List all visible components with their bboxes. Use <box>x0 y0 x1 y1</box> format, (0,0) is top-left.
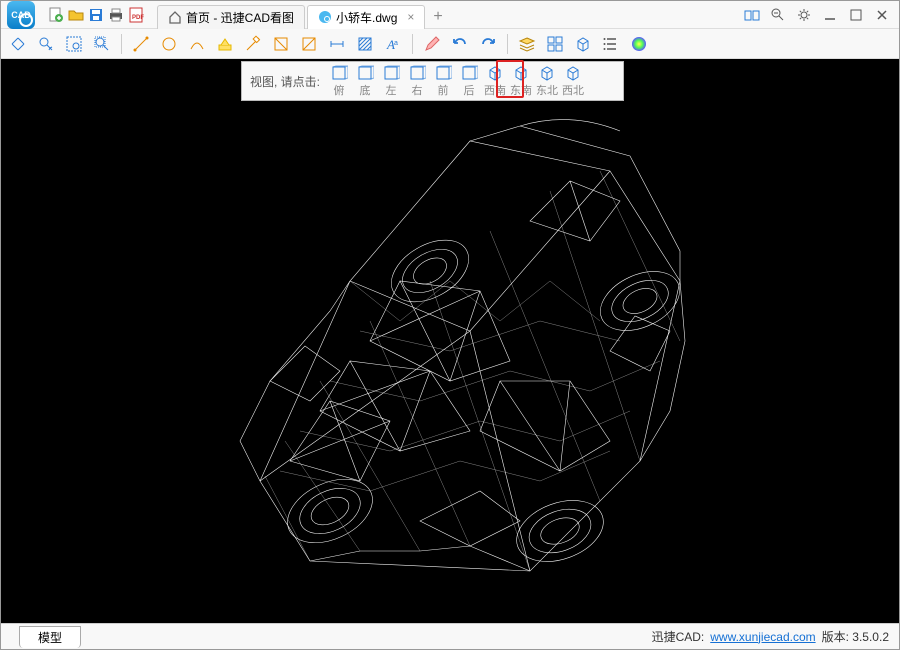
view-popup-label: 视图, 请点击: <box>250 73 320 90</box>
canvas-area: 视图, 请点击: 俯底左右前后西南东南东北西北 <box>1 59 899 623</box>
print-icon[interactable] <box>107 6 125 24</box>
maximize-icon[interactable] <box>847 6 865 24</box>
statusbar: 模型 迅捷CAD: www.xunjiecad.com 版本: 3.5.0.2 <box>1 623 899 649</box>
view-item-7[interactable]: 东南 <box>508 65 534 98</box>
website-link[interactable]: www.xunjiecad.com <box>710 630 815 644</box>
toolbar-separator <box>121 34 122 54</box>
view-item-4[interactable]: 前 <box>430 65 456 98</box>
view-item-0[interactable]: 俯 <box>326 65 352 98</box>
new-file-icon[interactable] <box>47 6 65 24</box>
app-logo: CAD <box>1 1 41 29</box>
dual-window-icon[interactable] <box>743 6 761 24</box>
view-item-1[interactable]: 底 <box>352 65 378 98</box>
list-icon[interactable] <box>600 33 622 55</box>
view-item-2[interactable]: 左 <box>378 65 404 98</box>
undo-icon[interactable] <box>449 33 471 55</box>
pdf-icon[interactable]: PDF <box>127 6 145 24</box>
view-item-5[interactable]: 后 <box>456 65 482 98</box>
view-item-8[interactable]: 东北 <box>534 65 560 98</box>
drawing-canvas[interactable] <box>1 59 899 623</box>
cad-file-icon <box>318 10 332 24</box>
zoom-window-icon[interactable] <box>63 33 85 55</box>
window-right-controls <box>735 6 899 24</box>
open-file-icon[interactable] <box>67 6 85 24</box>
dimension-tool-icon[interactable] <box>326 33 348 55</box>
view-item-9[interactable]: 西北 <box>560 65 586 98</box>
status-right: 迅捷CAD: www.xunjiecad.com 版本: 3.5.0.2 <box>652 628 899 645</box>
quick-access-toolbar: PDF <box>41 6 151 24</box>
shape1-tool-icon[interactable] <box>270 33 292 55</box>
model-tab[interactable]: 模型 <box>19 626 81 648</box>
layers-icon[interactable] <box>516 33 538 55</box>
save-icon[interactable] <box>87 6 105 24</box>
main-toolbar: Aa <box>1 29 899 59</box>
highlight-tool-icon[interactable] <box>214 33 236 55</box>
pencil-tool-icon[interactable] <box>421 33 443 55</box>
hatch-tool-icon[interactable] <box>354 33 376 55</box>
erase-tool-icon[interactable] <box>242 33 264 55</box>
minimize-icon[interactable] <box>821 6 839 24</box>
zoom-full-icon[interactable] <box>91 33 113 55</box>
tab-file-label: 小轿车.dwg <box>336 9 397 26</box>
tab-strip: 首页 - 迅捷CAD看图 小轿车.dwg × + <box>157 1 735 29</box>
view-item-6[interactable]: 西南 <box>482 65 508 98</box>
zoom-out-icon[interactable] <box>769 6 787 24</box>
toolbar-separator <box>412 34 413 54</box>
palette-icon[interactable] <box>628 33 650 55</box>
tab-close-icon[interactable]: × <box>407 10 414 24</box>
close-window-icon[interactable] <box>873 6 891 24</box>
line-tool-icon[interactable] <box>130 33 152 55</box>
cube-3d-icon[interactable] <box>572 33 594 55</box>
zoom-direction-icon[interactable] <box>35 33 57 55</box>
svg-text:PDF: PDF <box>132 15 144 21</box>
tab-add[interactable]: + <box>427 5 448 29</box>
titlebar: CAD PDF 首页 - 迅捷CAD看图 小轿车.dwg × + <box>1 1 899 29</box>
arc-tool-icon[interactable] <box>186 33 208 55</box>
brand-label: 迅捷CAD: <box>652 628 705 645</box>
wireframe-model <box>170 81 730 601</box>
settings-icon[interactable] <box>795 6 813 24</box>
redo-icon[interactable] <box>477 33 499 55</box>
svg-text:a: a <box>394 40 398 47</box>
text-tool-icon[interactable]: Aa <box>382 33 404 55</box>
home-icon <box>168 10 182 24</box>
tab-file[interactable]: 小轿车.dwg × <box>307 5 425 29</box>
views-icon[interactable] <box>544 33 566 55</box>
version-label: 版本: 3.5.0.2 <box>822 628 889 645</box>
toolbar-separator <box>507 34 508 54</box>
view-selector-popup: 视图, 请点击: 俯底左右前后西南东南东北西北 <box>241 61 624 101</box>
tab-home[interactable]: 首页 - 迅捷CAD看图 <box>157 5 305 29</box>
view-items-row: 俯底左右前后西南东南东北西北 <box>326 65 586 98</box>
view-item-3[interactable]: 右 <box>404 65 430 98</box>
app-logo-badge: CAD <box>7 1 35 29</box>
circle-tool-icon[interactable] <box>158 33 180 55</box>
shape2-tool-icon[interactable] <box>298 33 320 55</box>
pan-tool-icon[interactable] <box>7 33 29 55</box>
tab-home-label: 首页 - 迅捷CAD看图 <box>186 9 294 26</box>
